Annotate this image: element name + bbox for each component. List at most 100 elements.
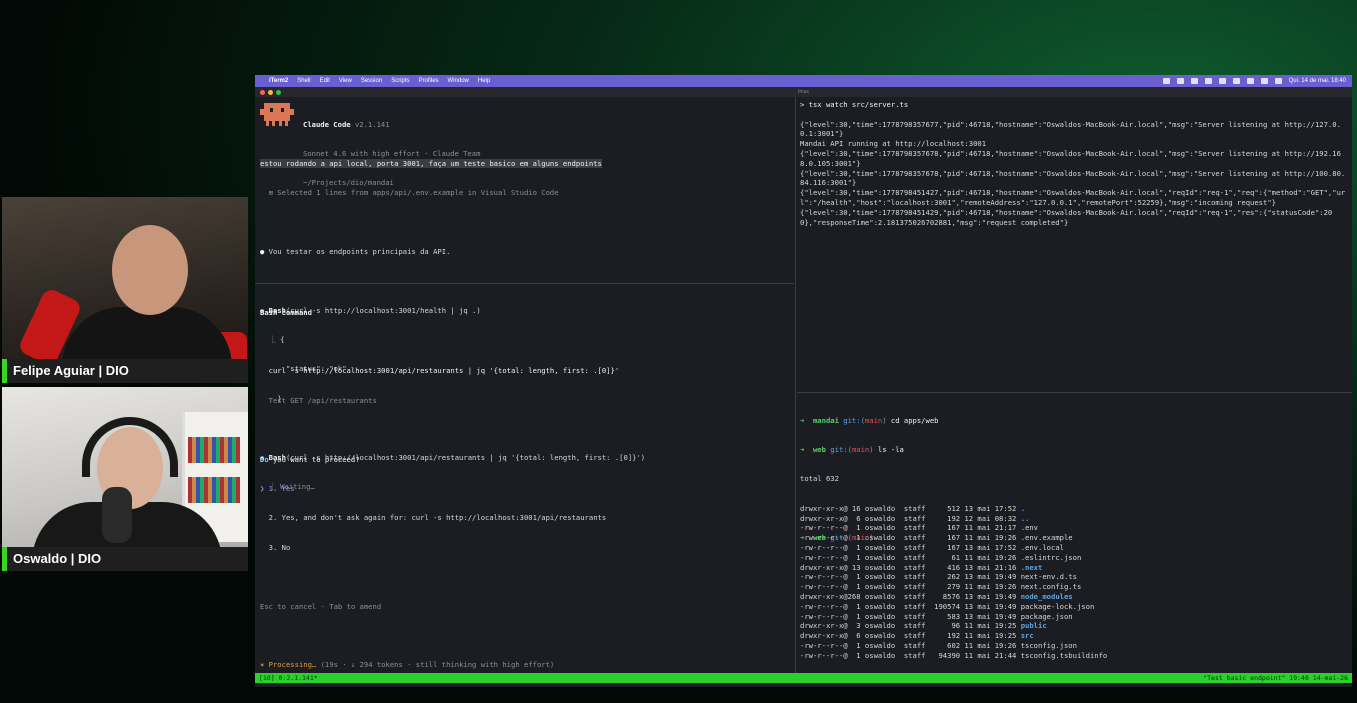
claude-mascot-icon (260, 103, 294, 126)
tmux-right-status: "Test basic endpoint" 19:40 14-mai-26 (1203, 674, 1348, 682)
option-no[interactable]: 3. No (269, 543, 291, 552)
macos-menubar: iTerm2 Shell Edit View Session Scripts P… (255, 75, 1352, 87)
ls-row: -rw-r--r--@ 1 oswaldo staff 583 13 mai 1… (800, 612, 1349, 622)
git-branch: main (864, 415, 883, 425)
user-prompt: estou rodando a api local, porta 3001, f… (260, 158, 602, 169)
pane-divider-horizontal[interactable] (797, 392, 1352, 393)
ls-meta: drwxr-xr-x@268 oswaldo staff 8576 13 mai… (800, 591, 1021, 601)
menu-shell[interactable]: Shell (297, 78, 310, 84)
log-line: {"level":30,"time":1778798451427,"pid":4… (800, 188, 1346, 207)
menu-edit[interactable]: Edit (320, 78, 330, 84)
ls-row: -rw-r--r--@ 1 oswaldo staff 167 13 mai 1… (800, 543, 1349, 553)
microphone (102, 487, 132, 543)
ls-meta: drwxr-xr-x@ 3 oswaldo staff 96 11 mai 19… (800, 621, 1021, 631)
ls-meta: -rw-r--r--@ 1 oswaldo staff 602 11 mai 1… (800, 640, 1021, 650)
permission-prompt[interactable]: Bash command curl -s http://localhost:30… (260, 288, 619, 675)
menubar-clock[interactable]: Qui. 14 de mai. 18:40 (1289, 78, 1346, 84)
menu-app[interactable]: iTerm2 (269, 78, 288, 84)
ls-meta: -rw-r--r--@ 1 oswaldo staff 167 11 mai 2… (800, 523, 1021, 533)
git-branch: main (851, 533, 870, 543)
perm-hint: Esc to cancel · Tab to amend (260, 601, 382, 611)
tmux-session[interactable]: [10] 0:2.1.141* (259, 673, 318, 683)
ls-meta: drwxr-xr-x@ 6 oswaldo staff 192 11 mai 1… (800, 631, 1021, 641)
ls-name: src (1020, 631, 1034, 641)
ls-name: tsconfig.json (1020, 640, 1077, 650)
control-center-icon[interactable] (1274, 78, 1282, 84)
ls-row: -rw-r--r--@ 1 oswaldo staff 167 11 mai 2… (800, 523, 1349, 533)
menu-session[interactable]: Session (361, 78, 382, 84)
ls-name: .env.example (1020, 533, 1073, 543)
menu-window[interactable]: Window (448, 78, 469, 84)
spinner-icon: ✶ (260, 660, 265, 670)
selection-note: ⊞ Selected 1 lines from apps/api/.env.ex… (268, 187, 559, 197)
window-titlebar[interactable]: tmux (255, 87, 1352, 97)
pane-divider-vertical[interactable] (795, 97, 796, 675)
claude-code-pane[interactable]: Claude Code v2.1.141 Sonnet 4.6 with hig… (255, 97, 794, 675)
ls-name: tsconfig.tsbuildinfo (1020, 650, 1108, 660)
ls-meta: drwxr-xr-x@ 6 oswaldo staff 192 12 mai 0… (800, 513, 1021, 523)
menu-view[interactable]: View (339, 78, 352, 84)
perm-command: curl -s http://localhost:3001/api/restau… (268, 366, 620, 376)
ls-row: -rw-r--r--@ 1 oswaldo staff 61 11 mai 19… (800, 553, 1349, 563)
prompt-command: cd apps/web (890, 415, 939, 425)
ls-row: drwxr-xr-x@ 3 oswaldo staff 96 11 mai 19… (800, 621, 1349, 631)
status-icon[interactable] (1176, 78, 1184, 84)
webcam-felipe (2, 197, 248, 383)
bullet-icon: ● (260, 246, 265, 256)
ls-meta: -rw-r--r--@ 1 oswaldo staff 262 13 mai 1… (800, 572, 1021, 582)
ls-meta: -rw-r--r--@ 1 oswaldo staff 94390 11 mai… (800, 650, 1021, 660)
status-icon[interactable] (1162, 78, 1170, 84)
status-icon[interactable] (1218, 78, 1226, 84)
ls-meta: drwxr-xr-x@ 13 oswaldo staff 416 13 mai … (800, 562, 1021, 572)
ls-name: next-env.d.ts (1020, 572, 1077, 582)
prompt-arrow-icon: ➜ (800, 444, 805, 454)
ls-row: drwxr-xr-x@ 13 oswaldo staff 416 13 mai … (800, 563, 1349, 573)
status-icons: Qui. 14 de mai. 18:40 (1162, 78, 1346, 84)
git-label: git:( (830, 444, 852, 454)
ls-meta: -rw-r--r--@ 1 oswaldo staff 61 11 mai 19… (800, 552, 1021, 562)
processing-label: Processing… (268, 660, 317, 670)
status-icon[interactable] (1190, 78, 1198, 84)
books (188, 477, 240, 503)
log-line: {"level":30,"time":1778798451429,"pid":4… (800, 207, 1333, 227)
name-tag-oswaldo: Oswaldo | DIO (2, 547, 248, 571)
claude-version: v2.1.141 (354, 119, 390, 129)
menu-scripts[interactable]: Scripts (391, 78, 409, 84)
assistant-message: Vou testar os endpoints principais da AP… (268, 246, 451, 256)
option-yes-always[interactable]: 2. Yes, and don't ask again for: curl -s… (269, 513, 607, 522)
search-icon[interactable] (1260, 78, 1268, 84)
ls-meta: -rw-r--r--@ 1 oswaldo staff 167 13 mai 1… (800, 542, 1021, 552)
status-icon[interactable] (1204, 78, 1212, 84)
option-yes[interactable]: 1. Yes (269, 484, 295, 493)
prompt-dir: web (812, 533, 826, 543)
ls-name: .eslintrc.json (1020, 552, 1082, 562)
ls-meta: drwxr-xr-x@ 16 oswaldo staff 512 13 mai … (800, 503, 1021, 513)
battery-icon[interactable] (1232, 78, 1240, 84)
prompt-arrow-icon: ➜ (800, 533, 805, 543)
divider (255, 283, 794, 284)
menu-help[interactable]: Help (478, 78, 490, 84)
ls-row: -rw-r--r--@ 1 oswaldo staff 190574 13 ma… (800, 602, 1349, 612)
prompt-dir: mandai (812, 415, 839, 425)
wifi-icon[interactable] (1246, 78, 1254, 84)
ls-meta: -rw-r--r--@ 1 oswaldo staff 279 11 mai 1… (800, 582, 1021, 592)
ls-meta: -rw-r--r--@ 1 oswaldo staff 583 13 mai 1… (800, 611, 1021, 621)
terminal-window[interactable]: tmux Claude Code v2.1.141 Sonnet 4.6 wit… (255, 87, 1352, 687)
ls-row: -rw-r--r--@ 1 oswaldo staff 262 13 mai 1… (800, 572, 1349, 582)
git-label: ) (869, 533, 874, 543)
selection-cursor-icon: ❯ (260, 483, 265, 493)
claude-title: Claude Code (303, 119, 351, 129)
ls-row: drwxr-xr-x@ 16 oswaldo staff 512 13 mai … (800, 504, 1349, 514)
git-branch: main (851, 444, 870, 454)
ls-listing: drwxr-xr-x@ 16 oswaldo staff 512 13 mai … (800, 504, 1349, 660)
ls-row: drwxr-xr-x@ 6 oswaldo staff 192 12 mai 0… (800, 514, 1349, 524)
ls-name: package.json (1020, 611, 1073, 621)
server-log-pane[interactable]: > tsx watch src/server.ts {"level":30,"t… (797, 97, 1352, 391)
shell-pane[interactable]: ➜ mandai git:(main) cd apps/web ➜ web gi… (797, 394, 1352, 675)
menu-profiles[interactable]: Profiles (419, 78, 439, 84)
log-line: {"level":30,"time":1778798357678,"pid":4… (800, 168, 1346, 188)
ls-name: .. (1020, 513, 1030, 523)
tmux-status-bar: [10] 0:2.1.141* "Test basic endpoint" 19… (255, 673, 1352, 683)
log-line: Mandai API running at http://localhost:3… (800, 139, 987, 149)
perm-question: Do you want to proceed? (260, 454, 360, 464)
